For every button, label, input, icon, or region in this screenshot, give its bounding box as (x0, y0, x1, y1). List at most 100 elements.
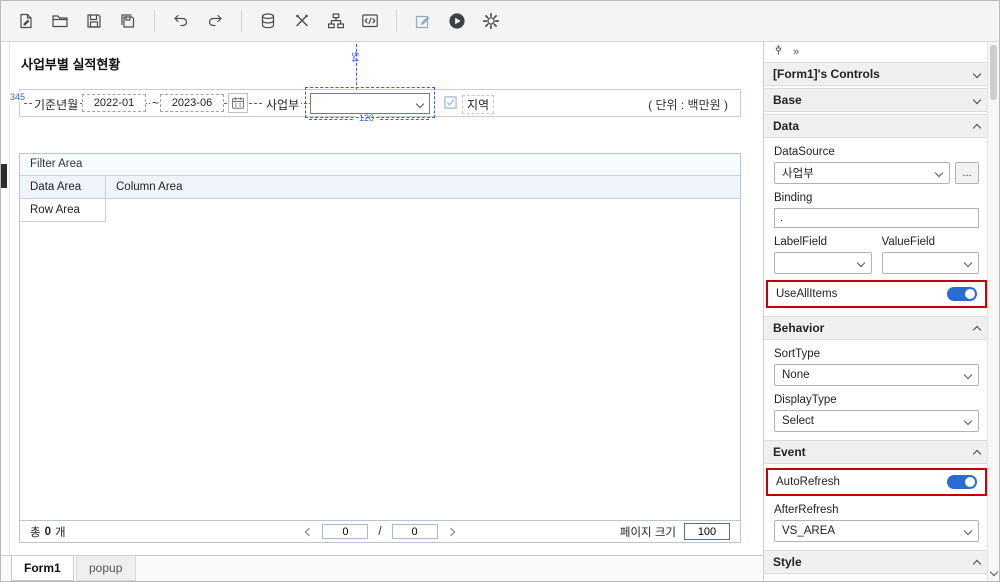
new-file-icon (20, 13, 32, 29)
settings-button[interactable] (476, 6, 506, 36)
page-size-input[interactable] (684, 523, 730, 540)
unit-label: ( 단위 : 백만원 ) (648, 98, 728, 112)
section-base-label: Base (773, 93, 802, 107)
chevron-down-icon (972, 95, 982, 105)
height-measure-line (356, 44, 357, 90)
collapse-panel-button[interactable]: » (793, 46, 799, 58)
binding-input[interactable] (774, 208, 979, 228)
scrollbar-thumb[interactable] (990, 45, 997, 100)
prev-page-icon[interactable] (305, 527, 314, 536)
labelfield-select[interactable] (774, 252, 872, 274)
division-combobox[interactable] (310, 93, 430, 114)
datasource-select[interactable]: 사업부 (774, 162, 950, 184)
settings-icon (482, 12, 500, 30)
region-label: 지역 (462, 95, 495, 114)
hierarchy-icon (328, 13, 345, 29)
section-style[interactable]: Style (764, 550, 989, 574)
report-title: 사업부별 실적현황 (21, 57, 121, 72)
displaytype-label: DisplayType (774, 394, 837, 406)
valuefield-select[interactable] (881, 252, 979, 274)
valuefield-label: ValueField (881, 236, 936, 248)
open-folder-button[interactable] (45, 6, 75, 36)
chevron-down-icon (963, 258, 973, 268)
run-icon (449, 13, 465, 29)
save-as-button[interactable] (113, 6, 143, 36)
section-base[interactable]: Base (764, 88, 989, 112)
column-area-cell[interactable]: Column Area (106, 176, 740, 198)
row-area-cell[interactable]: Row Area (20, 199, 106, 222)
chevron-down-icon (972, 69, 982, 79)
pin-icon[interactable] (773, 45, 784, 59)
section-controls-label: [Form1]'s Controls (773, 67, 880, 81)
scroll-down-icon[interactable] (989, 567, 999, 577)
hierarchy-button[interactable] (321, 6, 351, 36)
save-button[interactable] (79, 6, 109, 36)
data-tools-icon (296, 14, 308, 27)
section-data[interactable]: Data (764, 114, 989, 138)
section-controls[interactable]: [Form1]'s Controls (764, 62, 989, 86)
section-event[interactable]: Event (764, 440, 989, 464)
section-behavior-label: Behavior (773, 321, 825, 335)
next-page-icon[interactable] (446, 527, 455, 536)
run-button[interactable] (442, 6, 472, 36)
chevron-down-icon (963, 370, 973, 380)
redo-button[interactable] (200, 6, 230, 36)
chevron-down-icon (963, 526, 973, 536)
autorefresh-highlight: AutoRefresh (766, 468, 987, 496)
displaytype-select[interactable]: Select (774, 410, 979, 432)
new-file-button[interactable] (11, 6, 41, 36)
database-icon (261, 13, 275, 29)
calendar-button[interactable] (228, 93, 248, 113)
useallitems-label: UseAllItems (776, 288, 838, 300)
redo-icon (208, 14, 222, 27)
data-tools-button[interactable] (287, 6, 317, 36)
left-measure-label: 345 (9, 92, 27, 102)
main-toolbar (1, 1, 999, 42)
panel-toolbar: » (764, 42, 989, 62)
afterrefresh-select[interactable]: VS_AREA (774, 520, 979, 542)
grid-row: Row Area (20, 199, 740, 222)
chevron-down-icon (856, 258, 865, 268)
panel-collapse-handle[interactable] (1, 164, 7, 188)
tab-popup[interactable]: popup (75, 556, 136, 581)
page-total-input[interactable] (391, 524, 438, 539)
save-icon (87, 14, 101, 28)
page-size: 페이지 크기 (620, 523, 730, 540)
date-from-input[interactable]: 2022-01 (82, 94, 146, 112)
grid-statusbar: 총 0 개 / 페이지 크기 (20, 520, 740, 542)
datasource-more-button[interactable]: ... (955, 162, 979, 184)
code-button[interactable] (355, 6, 385, 36)
undo-icon (174, 14, 188, 27)
code-icon (362, 14, 378, 28)
data-area-cell[interactable]: Data Area (20, 176, 106, 198)
section-behavior[interactable]: Behavior (764, 316, 989, 340)
undo-button[interactable] (166, 6, 196, 36)
date-to-input[interactable]: 2023-06 (160, 94, 224, 112)
design-canvas: 사업부별 실적현황 54 345 기준년월 2022-01 ~ 2023-06 … (1, 42, 763, 581)
displaytype-value: Select (782, 415, 814, 427)
filter-area-cell[interactable]: Filter Area (20, 154, 740, 176)
section-data-label: Data (773, 119, 800, 133)
page-size-label: 페이지 크기 (619, 526, 676, 539)
height-measure-label: 54 (350, 52, 360, 63)
chevron-down-icon (934, 168, 944, 178)
panel-scrollbar[interactable] (987, 42, 999, 581)
sorttype-select[interactable]: None (774, 364, 979, 386)
database-button[interactable] (253, 6, 283, 36)
behavior-section-body: SortType None DisplayType Select (764, 348, 989, 432)
tab-form1[interactable]: Form1 (11, 556, 74, 581)
section-event-label: Event (773, 445, 806, 459)
chevron-up-icon (972, 449, 982, 458)
useallitems-toggle[interactable] (947, 287, 977, 301)
edit-button[interactable] (408, 6, 438, 36)
calendar-icon (232, 97, 244, 109)
page-current-input[interactable] (322, 524, 369, 539)
pivot-grid: Filter Area Data Area Column Area Row Ar… (19, 153, 741, 543)
chevron-up-icon (972, 123, 982, 132)
sorttype-value: None (782, 369, 810, 381)
autorefresh-toggle[interactable] (947, 475, 977, 489)
region-checkbox-icon[interactable] (444, 96, 457, 112)
chevron-down-icon (415, 99, 425, 108)
division-label: 사업부 (264, 96, 302, 113)
page-divider: / (378, 525, 382, 538)
